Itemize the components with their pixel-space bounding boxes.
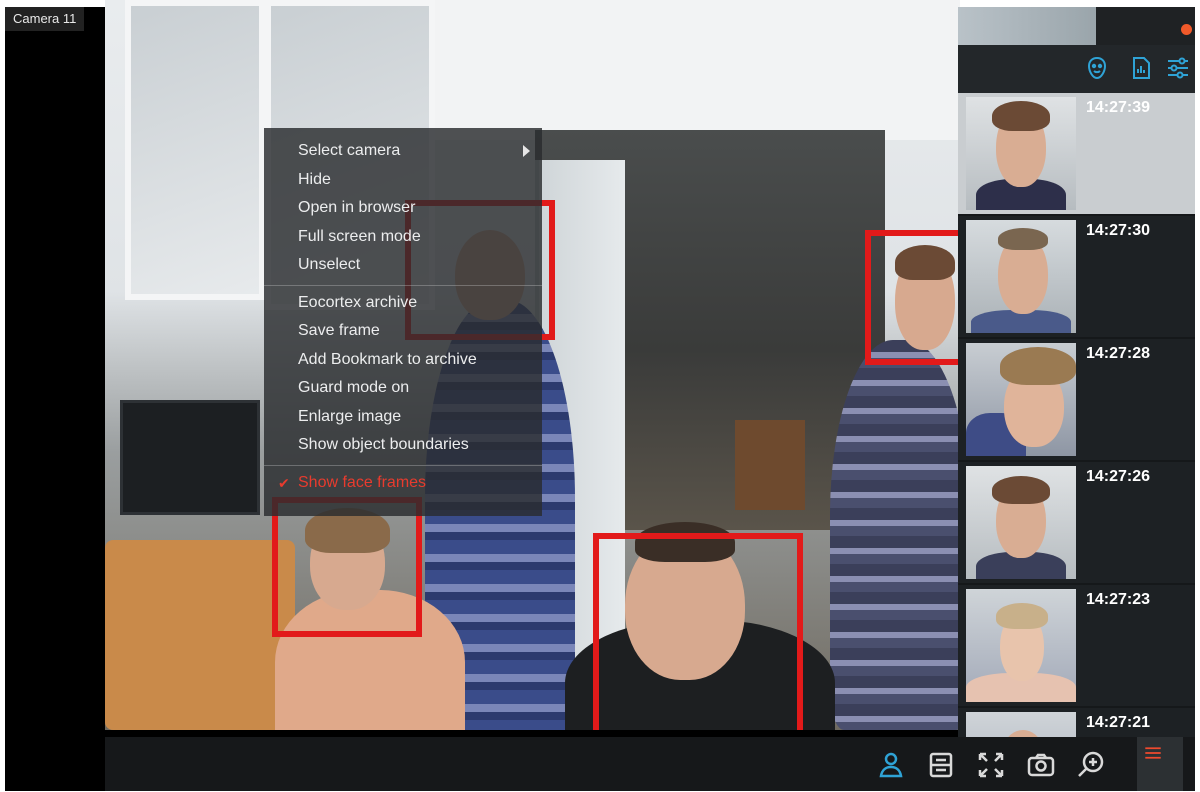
- checkmark-icon: ✔: [278, 474, 290, 491]
- filter-settings-icon[interactable]: [1165, 55, 1191, 81]
- menu-item-label: Select camera: [298, 142, 401, 159]
- menu-item-label: Enlarge image: [298, 407, 402, 425]
- cabinet: [735, 420, 805, 510]
- menu-item-label: Open in browser: [298, 199, 416, 216]
- event-list: 14:27:39 14:27:30 14:27:28 14:27:26 14:2…: [958, 93, 1195, 737]
- face-events-panel: 14:27:39 14:27:30 14:27:28 14:27:26 14:2…: [958, 7, 1195, 737]
- panel-video-strip: [958, 7, 1096, 45]
- face-thumbnail: [966, 220, 1076, 333]
- event-item[interactable]: 14:27:23: [958, 585, 1195, 708]
- event-time: 14:27:23: [1086, 591, 1151, 608]
- event-time: 14:27:26: [1086, 468, 1151, 485]
- menu-item-show-object-boundaries[interactable]: Show object boundaries: [264, 434, 542, 463]
- event-item[interactable]: 14:27:39: [958, 93, 1195, 216]
- event-item[interactable]: 14:27:28: [958, 339, 1195, 462]
- menu-item-hide[interactable]: Hide: [264, 169, 542, 198]
- face-frame: [593, 533, 803, 730]
- event-time: 14:27:39: [1086, 99, 1151, 116]
- menu-item-label: Add Bookmark to archive: [298, 350, 477, 368]
- recording-indicator-icon: [1181, 24, 1192, 35]
- menu-item-save-frame[interactable]: Save frame: [264, 320, 542, 349]
- camera-title: Camera 11: [5, 7, 85, 31]
- menu-item-unselect[interactable]: Unselect: [264, 254, 542, 283]
- face-frame: [272, 497, 422, 637]
- event-item[interactable]: 14:27:30: [958, 216, 1195, 339]
- person-icon[interactable]: [875, 749, 907, 781]
- menu-item-guard-mode-on[interactable]: Guard mode on: [264, 377, 542, 406]
- hamburger-menu-icon[interactable]: [1137, 737, 1183, 791]
- menu-separator: [264, 464, 542, 466]
- menu-item-label: Hide: [298, 170, 331, 188]
- menu-item-label: Full screen mode: [298, 227, 421, 245]
- event-time: 14:27:21: [1086, 714, 1151, 731]
- menu-item-label: Unselect: [298, 256, 361, 273]
- camera-snapshot-icon[interactable]: [1025, 749, 1057, 781]
- menu-item-label: Guard mode on: [298, 379, 410, 396]
- bottom-toolbar: [105, 737, 1195, 791]
- fullscreen-icon[interactable]: [975, 749, 1007, 781]
- report-icon[interactable]: [1128, 55, 1154, 81]
- face-thumbnail: [966, 97, 1076, 210]
- face-thumbnail: [966, 466, 1076, 579]
- face-thumbnail: [966, 343, 1076, 456]
- menu-item-label: Eocortex archive: [298, 293, 418, 311]
- menu-item-full-screen-mode[interactable]: Full screen mode: [264, 226, 542, 255]
- face-thumbnail: [966, 712, 1076, 737]
- menu-item-show-face-frames[interactable]: ✔ Show face frames: [264, 472, 542, 501]
- event-item[interactable]: 14:27:26: [958, 462, 1195, 585]
- menu-item-select-camera[interactable]: Select camera: [264, 140, 542, 169]
- window-left-top: [125, 0, 265, 300]
- menu-item-label: Show object boundaries: [298, 436, 469, 453]
- face-thumbnail: [966, 589, 1076, 702]
- menu-separator: [264, 284, 542, 286]
- menu-item-enlarge-image[interactable]: Enlarge image: [264, 406, 542, 435]
- face-frame: [865, 230, 960, 365]
- person-standing-right: [830, 340, 960, 730]
- submenu-arrow-icon: [523, 145, 530, 157]
- face-recognition-icon[interactable]: [1084, 55, 1110, 81]
- menu-item-label: Show face frames: [298, 473, 427, 491]
- menu-item-label: Save frame: [298, 322, 380, 339]
- menu-item-open-in-browser[interactable]: Open in browser: [264, 197, 542, 226]
- event-item[interactable]: 14:27:21: [958, 708, 1195, 737]
- context-menu: Select camera Hide Open in browser Full …: [264, 128, 542, 516]
- layout-icon[interactable]: [925, 749, 957, 781]
- event-time: 14:27:30: [1086, 222, 1151, 239]
- zoom-in-icon[interactable]: [1075, 749, 1107, 781]
- monitor-left: [120, 400, 260, 515]
- menu-item-add-bookmark[interactable]: Add Bookmark to archive: [264, 349, 542, 378]
- desk: [105, 540, 295, 730]
- wall-panel: [435, 0, 960, 140]
- event-time: 14:27:28: [1086, 345, 1151, 362]
- panel-toolbar: [958, 45, 1195, 93]
- menu-item-eocortex-archive[interactable]: Eocortex archive: [264, 292, 542, 321]
